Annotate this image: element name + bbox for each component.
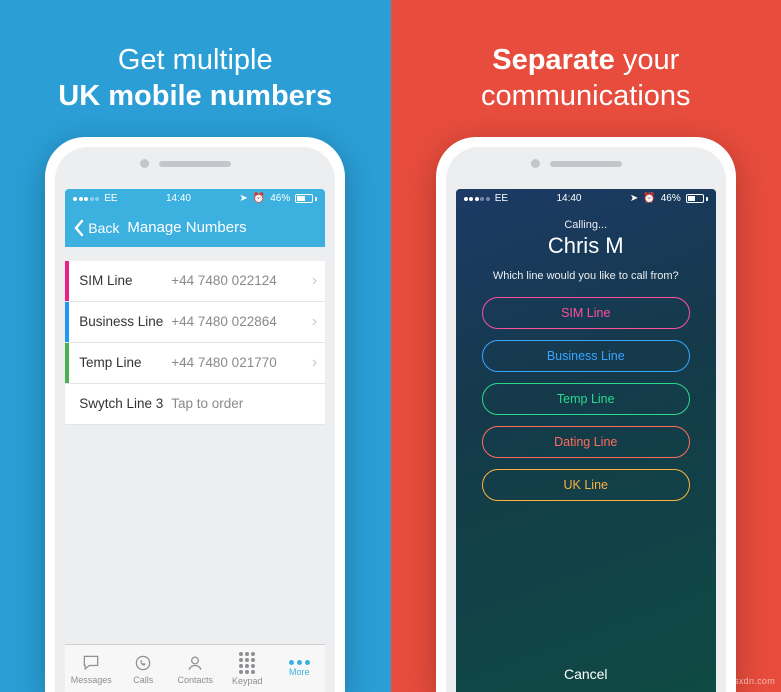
keypad-icon xyxy=(239,652,255,674)
more-icon xyxy=(289,660,310,665)
line-option-dating[interactable]: Dating Line xyxy=(482,426,690,458)
list-row[interactable]: Business Line+44 7480 022864› xyxy=(65,302,325,343)
list-row[interactable]: SIM Line+44 7480 022124› xyxy=(65,261,325,302)
chevron-right-icon: › xyxy=(312,313,317,331)
battery-icon xyxy=(295,194,317,203)
headline-r3: communications xyxy=(481,80,691,112)
tab-contacts[interactable]: Contacts xyxy=(169,645,221,692)
left-panel: Get multiple UK mobile numbers EE 14:40 … xyxy=(0,0,391,692)
calls-icon xyxy=(133,653,153,673)
headline-r2: your xyxy=(623,44,679,76)
clock-label: 14:40 xyxy=(166,193,191,204)
line-option-sim[interactable]: SIM Line xyxy=(482,297,690,329)
right-headline: Separate your communications xyxy=(451,0,721,137)
watermark: wsxdn.com xyxy=(727,676,775,686)
location-icon: ➤ xyxy=(239,193,247,204)
headline-r1: Separate xyxy=(492,44,615,76)
left-headline: Get multiple UK mobile numbers xyxy=(28,0,362,137)
messages-icon xyxy=(81,653,101,673)
clock-label: 14:40 xyxy=(556,193,581,204)
phone-mockup-right: EE 14:40 ➤ ⏰ 46% Calling... Chris M xyxy=(436,137,736,692)
tab-messages[interactable]: Messages xyxy=(65,645,117,692)
status-bar: EE 14:40 ➤ ⏰ 46% xyxy=(456,189,716,209)
location-icon: ➤ xyxy=(630,193,638,204)
carrier-label: EE xyxy=(104,193,117,204)
back-label: Back xyxy=(88,220,119,236)
calling-label: Calling... xyxy=(474,219,698,231)
list-row[interactable]: Swytch Line 3Tap to order xyxy=(65,384,325,425)
tab-calls[interactable]: Calls xyxy=(117,645,169,692)
battery-icon xyxy=(686,194,708,203)
line-option-uk[interactable]: UK Line xyxy=(482,469,690,501)
tab-keypad[interactable]: Keypad xyxy=(221,645,273,692)
battery-pct: 46% xyxy=(270,193,290,204)
nav-bar: Back Manage Numbers xyxy=(65,209,325,247)
contacts-icon xyxy=(185,653,205,673)
list-row[interactable]: Temp Line+44 7480 021770› xyxy=(65,343,325,384)
status-bar: EE 14:40 ➤ ⏰ 46% xyxy=(65,189,325,209)
line-option-temp[interactable]: Temp Line xyxy=(482,383,690,415)
contact-name: Chris M xyxy=(474,233,698,259)
line-question: Which line would you like to call from? xyxy=(474,269,698,284)
cancel-button[interactable]: Cancel xyxy=(456,666,716,682)
right-panel: Separate your communications EE 14:40 ➤ xyxy=(391,0,781,692)
signal-dots-icon xyxy=(73,197,99,201)
screen-calling: EE 14:40 ➤ ⏰ 46% Calling... Chris M xyxy=(456,189,716,692)
tab-bar: Messages Calls Contacts Keypad xyxy=(65,644,325,692)
numbers-list: SIM Line+44 7480 022124› Business Line+4… xyxy=(65,261,325,425)
phone-mockup-left: EE 14:40 ➤ ⏰ 46% Back xyxy=(45,137,345,692)
alarm-icon: ⏰ xyxy=(253,193,265,204)
screen-manage-numbers: EE 14:40 ➤ ⏰ 46% Back xyxy=(65,189,325,692)
chevron-right-icon: › xyxy=(312,354,317,372)
carrier-label: EE xyxy=(495,193,508,204)
promo-container: Get multiple UK mobile numbers EE 14:40 … xyxy=(0,0,781,692)
nav-title: Manage Numbers xyxy=(119,219,317,236)
headline-line2: UK mobile numbers xyxy=(58,80,332,112)
line-option-business[interactable]: Business Line xyxy=(482,340,690,372)
signal-dots-icon xyxy=(464,197,490,201)
chevron-right-icon: › xyxy=(312,272,317,290)
alarm-icon: ⏰ xyxy=(643,193,655,204)
tab-more[interactable]: More xyxy=(273,645,325,692)
battery-pct: 46% xyxy=(661,193,681,204)
headline-line1: Get multiple xyxy=(118,44,273,76)
line-picker: SIM Line Business Line Temp Line Dating … xyxy=(456,283,716,501)
back-button[interactable]: Back xyxy=(73,219,119,237)
chevron-left-icon xyxy=(73,219,84,237)
